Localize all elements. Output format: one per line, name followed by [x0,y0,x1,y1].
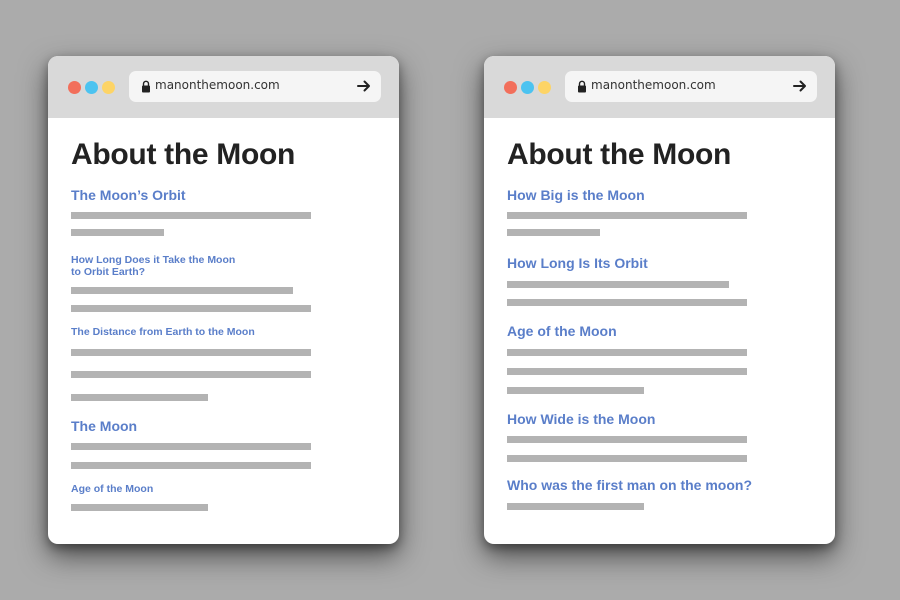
text-placeholder-line [507,229,600,236]
text-placeholder-line [507,436,747,443]
text-placeholder-line [71,371,311,378]
section-heading[interactable]: How Wide is the Moon [507,411,655,427]
maximize-window-button[interactable] [102,81,115,94]
text-placeholder-line [507,212,747,219]
text-placeholder-line [71,504,208,511]
minimize-window-button[interactable] [521,81,534,94]
lock-icon [578,80,586,93]
text-placeholder-line [71,443,311,450]
text-placeholder-line [71,349,311,356]
text-placeholder-line [507,387,644,394]
text-placeholder-line [71,212,311,219]
browser-window-right: manonthemoon.com About the Moon How Big … [484,56,835,544]
section-heading[interactable]: The Moon’s Orbit [71,187,186,203]
page-content: About the Moon The Moon’s Orbit How Long… [48,118,399,544]
text-placeholder-line [71,229,164,236]
text-placeholder-line [71,462,311,469]
browser-window-left: manonthemoon.com About the Moon The Moon… [48,56,399,544]
text-placeholder-line [71,287,293,294]
close-window-button[interactable] [68,81,81,94]
text-placeholder-line [507,368,747,375]
text-placeholder-line [507,299,747,306]
section-heading[interactable]: The Distance from Earth to the Moon [71,326,255,338]
section-heading[interactable]: The Moon [71,418,137,434]
section-heading[interactable]: How Long Does it Take the Moon to Orbit … [71,254,235,278]
maximize-window-button[interactable] [538,81,551,94]
page-title: About the Moon [71,138,296,171]
arrow-right-icon[interactable] [793,79,807,93]
close-window-button[interactable] [504,81,517,94]
section-heading[interactable]: How Big is the Moon [507,187,645,203]
text-placeholder-line [507,503,644,510]
text-placeholder-line [507,455,747,462]
text-placeholder-line [71,394,208,401]
minimize-window-button[interactable] [85,81,98,94]
section-heading[interactable]: Who was the first man on the moon? [507,477,752,493]
page-title: About the Moon [507,138,732,171]
page-content: About the Moon How Big is the Moon How L… [484,118,835,544]
section-heading[interactable]: Age of the Moon [507,323,617,339]
lock-icon [142,80,150,93]
address-bar[interactable]: manonthemoon.com [129,71,381,102]
text-placeholder-line [507,349,747,356]
browser-toolbar: manonthemoon.com [484,56,835,118]
text-placeholder-line [507,281,729,288]
section-heading[interactable]: Age of the Moon [71,483,153,495]
arrow-right-icon[interactable] [357,79,371,93]
text-placeholder-line [71,305,311,312]
url-text: manonthemoon.com [155,78,280,92]
browser-toolbar: manonthemoon.com [48,56,399,118]
section-heading[interactable]: How Long Is Its Orbit [507,255,648,271]
address-bar[interactable]: manonthemoon.com [565,71,817,102]
url-text: manonthemoon.com [591,78,716,92]
